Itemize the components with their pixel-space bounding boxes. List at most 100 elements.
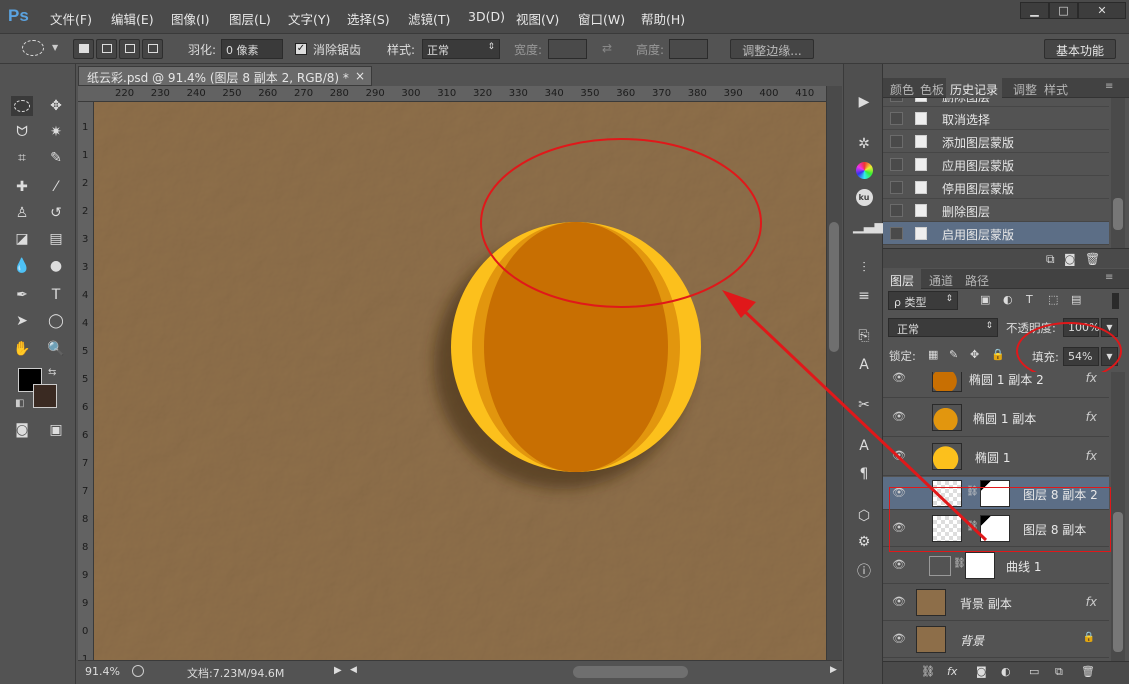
vertical-scrollbar[interactable] [826, 86, 842, 660]
layer-row[interactable]: 👁 椭圆 1 副本 2 fx [883, 372, 1109, 398]
crop-tool-icon[interactable]: ⌗ [11, 148, 33, 168]
swap-colors-icon[interactable]: ⇆ [48, 367, 56, 378]
pen-tool-icon[interactable]: ✒ [11, 285, 33, 305]
properties-icon[interactable]: ⚙ [853, 532, 875, 552]
history-snapshot-checkbox[interactable] [890, 135, 903, 148]
width-input[interactable] [548, 39, 587, 59]
chevron-down-icon[interactable]: ▼ [52, 43, 58, 52]
status-icon[interactable] [132, 665, 144, 677]
close-button[interactable]: ✕ [1078, 2, 1126, 19]
scroll-left-icon[interactable]: ◀ [350, 665, 357, 675]
menu-3d[interactable]: 3D(D) [468, 9, 505, 24]
layer-row[interactable]: 👁 椭圆 1 副本 fx [883, 398, 1109, 437]
tab-adjustments[interactable]: 调整 [1013, 81, 1037, 98]
mask-link-icon[interactable]: ⛓ [953, 558, 966, 569]
horizontal-scroll-thumb[interactable] [573, 666, 688, 678]
new-document-from-state-icon[interactable]: ⧉ [1046, 252, 1055, 267]
paragraph-icon[interactable]: ¶ [853, 464, 875, 484]
tab-swatches[interactable]: 色板 [920, 81, 944, 98]
filter-shape-icon[interactable]: ⬚ [1048, 293, 1058, 306]
brush-panel-icon[interactable]: ⫶ [853, 258, 875, 278]
visibility-eye-icon[interactable]: 👁 [892, 595, 906, 608]
document-tab[interactable]: 纸云彩.psd @ 91.4% (图层 8 副本 2, RGB/8) * × [78, 66, 372, 86]
visibility-eye-icon[interactable]: 👁 [892, 632, 906, 645]
zoom-tool-icon[interactable]: 🔍 [45, 339, 67, 359]
lock-all-icon[interactable]: 🔒 [991, 348, 1005, 361]
history-item[interactable]: 删除图层 [883, 98, 1109, 107]
history-snapshot-checkbox[interactable] [890, 98, 903, 102]
filter-pixel-icon[interactable]: ▣ [980, 293, 990, 306]
fx-icon[interactable]: fx [947, 665, 957, 678]
info-icon[interactable]: ⓘ [853, 562, 875, 582]
lock-transparent-icon[interactable]: ▦ [928, 348, 938, 361]
filter-smart-object-icon[interactable]: ▤ [1071, 293, 1081, 306]
eyedropper-icon[interactable]: ✎ [45, 148, 67, 168]
layer-row[interactable]: 👁 ⛓ 曲线 1 [883, 547, 1109, 584]
visibility-eye-icon[interactable]: 👁 [892, 558, 906, 571]
screen-mode-icon[interactable]: ▣ [45, 420, 67, 440]
close-tab-icon[interactable]: × [355, 69, 365, 83]
layers-scrollbar[interactable] [1111, 372, 1125, 662]
history-snapshot-checkbox[interactable] [890, 181, 903, 194]
history-item[interactable]: 删除图层 [883, 199, 1109, 222]
filter-type-icon[interactable]: T [1026, 293, 1033, 306]
workspace-button[interactable]: 基本功能 [1044, 39, 1116, 59]
menu-window[interactable]: 窗口(W) [578, 9, 625, 28]
background-color-swatch[interactable] [33, 384, 57, 408]
tab-history[interactable]: 历史记录 [946, 78, 1003, 98]
history-snapshot-checkbox[interactable] [890, 112, 903, 125]
visibility-eye-icon[interactable]: 👁 [892, 449, 906, 462]
history-item[interactable]: 启用图层蒙版 [883, 222, 1109, 245]
ellipse-tool-icon[interactable]: ◯ [45, 311, 67, 331]
kuler-icon[interactable]: ku [853, 188, 875, 208]
tab-paths[interactable]: 路径 [965, 272, 989, 289]
layers-menu-icon[interactable]: ≡ [1105, 272, 1113, 283]
layer-effects-fx-icon[interactable]: fx [1086, 372, 1097, 385]
gradient-tool-icon[interactable]: ▤ [45, 229, 67, 249]
snapshot-camera-icon[interactable]: ◙ [1064, 252, 1076, 266]
subtract-selection-button[interactable] [119, 39, 140, 59]
filter-adjustment-icon[interactable]: ◐ [1003, 293, 1013, 306]
filter-toggle[interactable] [1112, 293, 1119, 309]
menu-file[interactable]: 文件(F) [50, 9, 92, 28]
maximize-button[interactable]: □ [1049, 2, 1078, 19]
scroll-right-icon[interactable]: ▶ [830, 665, 837, 675]
scroll-thumb[interactable] [829, 222, 839, 352]
adjustment-layer-icon[interactable]: ◐ [1001, 665, 1011, 678]
path-selection-icon[interactable]: ➤ [11, 311, 33, 331]
histogram-icon[interactable]: ▁▃▅ [853, 216, 885, 236]
lock-position-icon[interactable]: ✥ [970, 348, 979, 361]
magic-wand-icon[interactable]: ✷ [45, 122, 67, 142]
quick-mask-icon[interactable]: ◙ [11, 420, 33, 440]
minimize-button[interactable]: ▁ [1020, 2, 1049, 19]
canvas[interactable] [94, 102, 826, 660]
healing-brush-icon[interactable]: ✚ [11, 177, 33, 197]
tab-layers[interactable]: 图层 [883, 269, 922, 289]
layer-mask-thumbnail[interactable] [965, 552, 995, 579]
delete-state-icon[interactable]: 🗑 [1085, 252, 1100, 266]
3d-panel-icon[interactable]: ⬡ [853, 506, 875, 526]
move-tool-icon[interactable]: ✥ [45, 96, 67, 116]
menu-select[interactable]: 选择(S) [347, 9, 390, 28]
menu-image[interactable]: 图像(I) [171, 9, 209, 28]
clone-stamp-icon[interactable]: ♙ [11, 203, 33, 223]
history-brush-icon[interactable]: ↺ [45, 203, 67, 223]
intersect-selection-button[interactable] [142, 39, 163, 59]
menu-filter[interactable]: 滤镜(T) [408, 9, 450, 28]
add-mask-icon[interactable]: ◙ [976, 665, 987, 678]
lasso-tool-icon[interactable]: ᗢ [11, 122, 33, 142]
history-item[interactable]: 添加图层蒙版 [883, 130, 1109, 153]
dodge-tool-icon[interactable]: ● [45, 256, 67, 276]
tab-color[interactable]: 颜色 [890, 81, 914, 98]
menu-type[interactable]: 文字(Y) [288, 9, 330, 28]
blur-tool-icon[interactable]: 💧 [11, 256, 33, 276]
history-scrollbar[interactable] [1111, 98, 1125, 248]
refine-edge-button[interactable]: 调整边缘... [730, 39, 814, 59]
layer-row[interactable]: 👁 背景 🔒 [883, 621, 1109, 658]
add-selection-button[interactable] [96, 39, 117, 59]
type-tool-icon[interactable]: T [45, 285, 67, 305]
adjustments-icon[interactable]: ≡ [853, 286, 875, 306]
swap-icon[interactable]: ⇄ [602, 41, 612, 55]
menu-layer[interactable]: 图层(L) [229, 9, 271, 28]
hand-tool-icon[interactable]: ✋ [11, 339, 33, 359]
